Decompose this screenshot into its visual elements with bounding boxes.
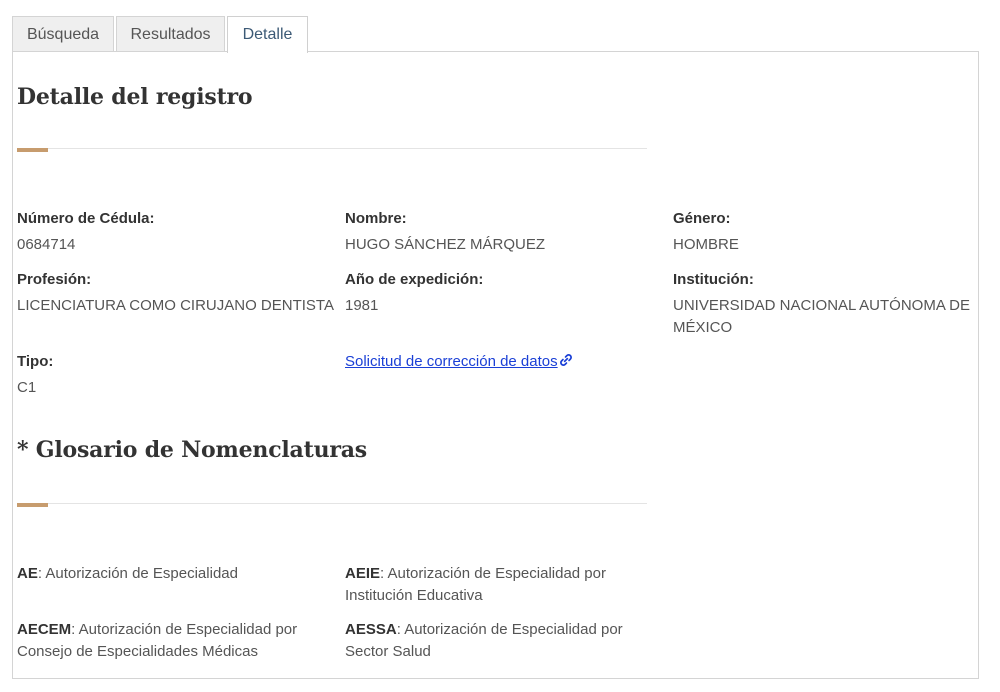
glossary-item-aecem: AECEM: Autorización de Especialidad por …	[17, 619, 317, 663]
field-label: Tipo:	[17, 353, 54, 370]
field-genero: Género: HOMBRE	[673, 208, 973, 256]
field-cedula: Número de Cédula: 0684714	[17, 208, 337, 256]
field-value: UNIVERSIDAD NACIONAL AUTÓNOMA DE MÉXICO	[673, 297, 970, 336]
field-value: 0684714	[17, 236, 76, 253]
field-anio: Año de expedición: 1981	[345, 269, 665, 317]
field-label: Género:	[673, 210, 731, 227]
glossary-code: AECEM	[17, 621, 72, 638]
glossary-item-aeie: AEIE: Autorización de Especialidad por I…	[345, 563, 635, 607]
field-value: C1	[17, 379, 37, 396]
field-profesion: Profesión: LICENCIATURA COMO CIRUJANO DE…	[17, 269, 337, 317]
glossary-text: : Autorización de Especialidad	[37, 565, 238, 582]
detail-title: Detalle del registro	[17, 84, 253, 110]
glossary-code: AE	[17, 565, 38, 582]
tab-busqueda[interactable]: Búsqueda	[12, 16, 114, 52]
glossary-title: * Glosario de Nomenclaturas	[17, 437, 367, 463]
field-value: 1981	[345, 297, 379, 314]
correction-link-wrap: Solicitud de corrección de datos	[345, 351, 665, 373]
divider-accent	[17, 503, 48, 507]
glossary-code: AEIE	[345, 565, 381, 582]
divider	[17, 503, 647, 504]
glossary-code: AESSA	[345, 621, 397, 638]
glossary-item-aessa: AESSA: Autorización de Especialidad por …	[345, 619, 645, 663]
detail-panel: Detalle del registro Número de Cédula: 0…	[12, 51, 979, 679]
field-label: Nombre:	[345, 210, 407, 227]
glossary-item-ae: AE: Autorización de Especialidad	[17, 563, 337, 585]
field-institucion: Institución: UNIVERSIDAD NACIONAL AUTÓNO…	[673, 269, 973, 339]
link-icon[interactable]	[559, 353, 573, 367]
field-label: Profesión:	[17, 271, 92, 288]
field-label: Número de Cédula:	[17, 210, 155, 227]
divider-accent	[17, 148, 48, 152]
field-value: LICENCIATURA COMO CIRUJANO DENTISTA	[17, 297, 334, 314]
glossary-text: : Autorización de Especialidad por Insti…	[345, 565, 606, 604]
field-label: Año de expedición:	[345, 271, 484, 288]
field-nombre: Nombre: HUGO SÁNCHEZ MÁRQUEZ	[345, 208, 665, 256]
tab-bar: Búsqueda Resultados Detalle	[12, 16, 310, 53]
divider	[17, 148, 647, 149]
tab-resultados[interactable]: Resultados	[116, 16, 225, 52]
field-label: Institución:	[673, 271, 754, 288]
field-value: HOMBRE	[673, 236, 739, 253]
field-tipo: Tipo: C1	[17, 351, 337, 399]
tab-detalle[interactable]: Detalle	[227, 16, 308, 53]
correction-link[interactable]: Solicitud de corrección de datos	[345, 353, 558, 370]
field-value: HUGO SÁNCHEZ MÁRQUEZ	[345, 236, 546, 253]
